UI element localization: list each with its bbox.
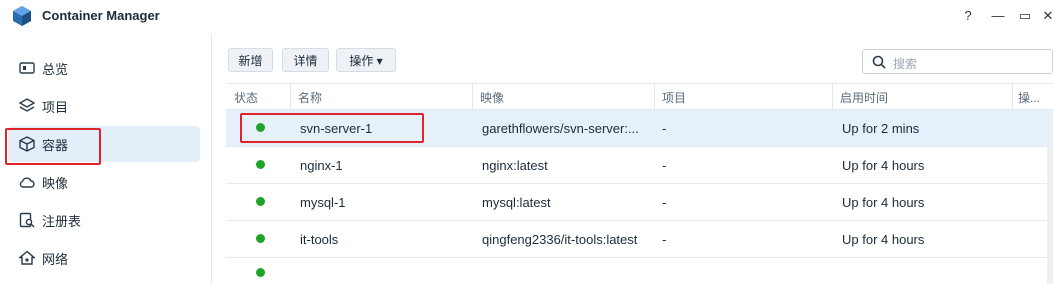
column-header-name[interactable]: 名称 [298, 89, 322, 106]
container-uptime: Up for 4 hours [842, 232, 925, 247]
table-row[interactable]: mysql-1 mysql:latest - Up for 4 hours [226, 184, 1053, 221]
column-header-project[interactable]: 项目 [662, 89, 686, 106]
add-button[interactable]: 新增 [228, 48, 273, 72]
network-house-icon [19, 250, 35, 265]
container-image: mysql:latest [482, 195, 551, 210]
cloud-icon [19, 177, 35, 188]
help-icon[interactable]: ? [958, 6, 978, 26]
sidebar-item-projects[interactable]: 项目 [0, 86, 211, 124]
registry-search-icon [19, 212, 35, 228]
column-header-status[interactable]: 状态 [234, 89, 258, 106]
container-project: - [662, 195, 667, 210]
container-name: nginx-1 [300, 158, 343, 173]
table-row[interactable]: nginx-1 nginx:latest - Up for 4 hours [226, 147, 1053, 184]
status-running-dot [256, 234, 265, 243]
sidebar-item-label: 总览 [42, 62, 69, 77]
status-running-dot [256, 160, 265, 169]
column-header-uptime[interactable]: 启用时间 [840, 89, 888, 106]
minimize-icon[interactable]: — [988, 6, 1008, 26]
container-manager-logo-icon [13, 6, 31, 26]
table-header: 状态 名称 映像 项目 启用时间 操... [226, 83, 1053, 110]
search-input[interactable]: 搜索 [862, 49, 1053, 74]
container-project: - [662, 158, 667, 173]
sidebar-item-images[interactable]: 映像 [0, 162, 211, 200]
search-placeholder: 搜索 [893, 57, 918, 71]
sidebar-item-label: 网络 [42, 252, 69, 267]
container-project: - [662, 232, 667, 247]
search-icon [872, 55, 886, 69]
sidebar-item-label: 映像 [42, 176, 69, 191]
container-image: garethflowers/svn-server:... [482, 121, 639, 136]
close-icon[interactable]: ✕ [1038, 6, 1053, 26]
title-bar: Container Manager ? — ▭ ✕ [0, 0, 1053, 34]
container-name: it-tools [300, 232, 339, 247]
column-header-actions[interactable]: 操... [1018, 89, 1040, 106]
table-scrollbar[interactable] [1047, 110, 1053, 284]
container-uptime: Up for 2 mins [842, 121, 920, 136]
row-name-highlight-box [240, 113, 424, 143]
container-project: - [662, 121, 667, 136]
layers-icon [19, 98, 35, 112]
table-row-partial[interactable] [226, 258, 1053, 284]
overview-icon [19, 62, 35, 74]
sidebar-item-label: 注册表 [42, 214, 82, 229]
status-running-dot [256, 197, 265, 206]
sidebar-item-registry[interactable]: 注册表 [0, 200, 211, 238]
container-image: qingfeng2336/it-tools:latest [482, 232, 638, 247]
container-uptime: Up for 4 hours [842, 195, 925, 210]
details-button[interactable]: 详情 [282, 48, 329, 72]
status-running-dot [256, 268, 265, 277]
container-image: nginx:latest [482, 158, 548, 173]
table-row[interactable]: it-tools qingfeng2336/it-tools:latest - … [226, 221, 1053, 258]
sidebar-item-overview[interactable]: 总览 [0, 48, 211, 86]
column-header-image[interactable]: 映像 [480, 89, 504, 106]
container-name: mysql-1 [300, 195, 346, 210]
sidebar-item-network[interactable]: 网络 [0, 238, 211, 276]
sidebar-highlight-box [5, 128, 101, 165]
maximize-icon[interactable]: ▭ [1015, 6, 1035, 26]
actions-dropdown-button[interactable]: 操作 ▾ [336, 48, 396, 72]
sidebar-item-label: 项目 [42, 100, 69, 115]
app-title: Container Manager [42, 8, 160, 23]
container-uptime: Up for 4 hours [842, 158, 925, 173]
